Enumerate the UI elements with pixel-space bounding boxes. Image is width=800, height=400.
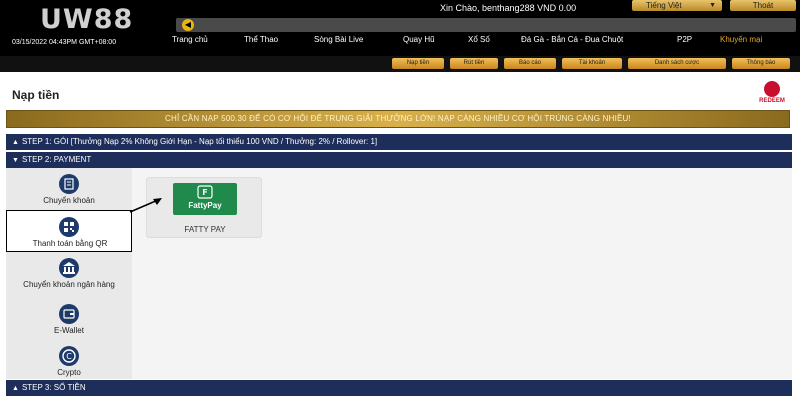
payment-method-ewallet[interactable]: E-Wallet (6, 298, 132, 340)
payment-method-label: Thanh toán bằng QR (32, 239, 108, 248)
step-2-label: STEP 2: PAYMENT (21, 155, 92, 164)
nav-slots[interactable]: Quay Hũ (403, 35, 435, 44)
payment-panel: Chuyển khoản Thanh toán bằng QR Chuyển k… (6, 168, 792, 379)
nav-home[interactable]: Trang chủ (172, 35, 208, 44)
main-nav: Trang chủ Thể Thao Sòng Bài Live Quay Hũ… (164, 35, 800, 51)
language-select[interactable]: Tiếng Việt ▼ (632, 0, 722, 11)
step-3-label: STEP 3: SỐ TIỀN (21, 383, 86, 392)
payment-method-bank[interactable]: Chuyển khoản ngân hàng (6, 252, 132, 298)
payment-method-qr[interactable]: Thanh toán bằng QR (6, 210, 132, 252)
wallet-icon (59, 304, 79, 324)
nav-cockfight-fishing[interactable]: Đá Gà - Bắn Cá - Đua Chuột (521, 35, 623, 44)
payment-method-crypto[interactable]: C Crypto (6, 340, 132, 382)
step-1-label: STEP 1: GÓI [Thưởng Nạp 2% Không Giới Hạ… (21, 137, 378, 146)
fattypay-logo: F FattyPay (173, 183, 237, 215)
nav-sports[interactable]: Thể Thao (244, 35, 278, 44)
user-greeting: Xin Chào, benthang288 VND 0.00 (440, 3, 577, 13)
step-3-bar[interactable]: ▲ STEP 3: SỐ TIỀN (6, 380, 792, 396)
triangle-down-icon: ▼ (12, 157, 19, 164)
step-2-bar[interactable]: ▼ STEP 2: PAYMENT (6, 152, 792, 168)
nav-p2p[interactable]: P2P (677, 35, 692, 44)
datetime-display: 03/15/2022 04:43PM GMT+08:00 (12, 39, 117, 46)
subnav-account[interactable]: Tài khoản (562, 58, 622, 69)
redeem-button[interactable]: REDEEM (754, 81, 790, 107)
subnav-report[interactable]: Báo cáo (504, 58, 556, 69)
provider-name: FATTY PAY (184, 225, 226, 234)
subnav-notifications[interactable]: Thông báo (732, 58, 790, 69)
payment-method-label: Chuyển khoản ngân hàng (23, 280, 115, 289)
nav-live-casino[interactable]: Sòng Bài Live (314, 35, 363, 44)
payment-method-bank-transfer[interactable]: Chuyển khoản (6, 168, 132, 210)
triangle-up-icon: ▲ (12, 139, 19, 146)
announcement-marquee: ◀ (176, 18, 796, 32)
svg-text:C: C (66, 352, 72, 361)
provider-fattypay-card[interactable]: F FattyPay FATTY PAY (146, 177, 262, 238)
account-subnav: Nạp tiền Rút tiền Báo cáo Tài khoản Danh… (0, 56, 800, 72)
page-title: Nạp tiền (12, 88, 60, 102)
step-1-bar[interactable]: ▲ STEP 1: GÓI [Thưởng Nạp 2% Không Giới H… (6, 134, 792, 150)
promo-banner: CHỈ CẦN NẠP 500.30 ĐỂ CÓ CƠ HỘI ĐỂ TRUNG… (6, 110, 790, 128)
subnav-bet-list[interactable]: Danh sách cược (628, 58, 726, 69)
redeem-label: REDEEM (759, 98, 785, 104)
logout-button[interactable]: Thoát (730, 0, 796, 11)
speaker-icon: ◀ (182, 19, 194, 31)
triangle-up-icon: ▲ (12, 385, 19, 392)
svg-text:F: F (202, 188, 207, 197)
qr-code-icon (59, 217, 79, 237)
payment-method-label: E-Wallet (54, 326, 84, 335)
bank-icon (59, 258, 79, 278)
nav-lottery[interactable]: Xổ Số (468, 35, 490, 44)
site-logo[interactable]: UW88 (40, 4, 133, 35)
nav-promotions[interactable]: Khuyến mại (720, 35, 762, 44)
gift-icon (764, 81, 780, 97)
language-label: Tiếng Việt (646, 1, 682, 10)
payment-method-label: Chuyển khoản (43, 196, 95, 205)
subnav-withdraw[interactable]: Rút tiền (450, 58, 498, 69)
payment-method-label: Crypto (57, 368, 81, 377)
top-header: UW88 Xin Chào, benthang288 VND 0.00 Tiến… (0, 0, 800, 56)
subnav-deposit[interactable]: Nạp tiền (392, 58, 444, 69)
crypto-icon: C (59, 346, 79, 366)
chevron-down-icon: ▼ (709, 2, 716, 9)
bank-transfer-icon (59, 174, 79, 194)
fattypay-logo-text: FattyPay (188, 201, 222, 210)
fattypay-emblem-icon: F (197, 185, 213, 199)
payment-method-list: Chuyển khoản Thanh toán bằng QR Chuyển k… (6, 168, 132, 379)
